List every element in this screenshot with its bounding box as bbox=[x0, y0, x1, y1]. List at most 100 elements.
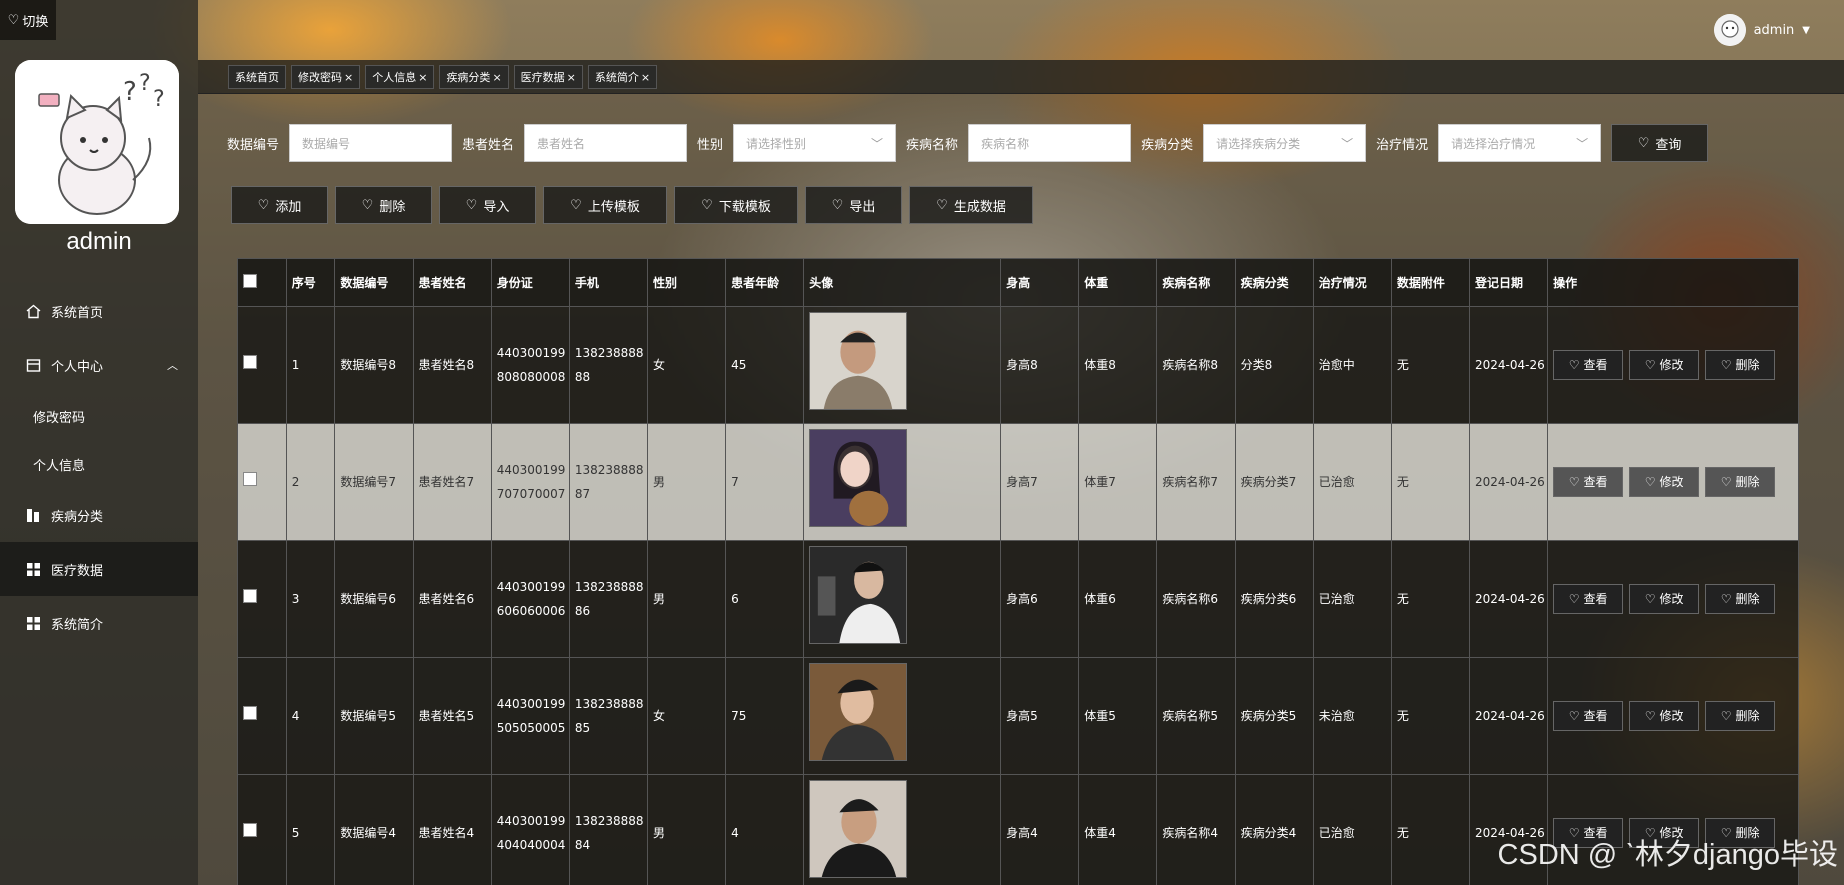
column-header: 疾病名称 bbox=[1156, 258, 1236, 307]
button-label: 查看 bbox=[1583, 709, 1608, 723]
row-checkbox-cell[interactable] bbox=[237, 774, 287, 885]
cell-category: 分类8 bbox=[1234, 306, 1314, 424]
button-label: 删除 bbox=[1735, 358, 1760, 372]
tab-personal-info[interactable]: 个人信息 × bbox=[365, 65, 435, 89]
button-label: 删除 bbox=[1735, 592, 1760, 606]
edit-button[interactable]: ♡ 修改 bbox=[1629, 350, 1700, 380]
name-label: 患者姓名 bbox=[462, 137, 515, 153]
cell-name: 患者姓名5 bbox=[412, 657, 492, 775]
heart-icon: ♡ bbox=[1644, 475, 1656, 489]
data-no-input[interactable]: 数据编号 bbox=[289, 124, 453, 162]
cell-phone: 13823888884 bbox=[568, 774, 648, 885]
delete-button[interactable]: ♡ 删除 bbox=[335, 186, 432, 224]
generate-data-button[interactable]: ♡ 生成数据 bbox=[909, 186, 1033, 224]
delete-row-button[interactable]: ♡ 删除 bbox=[1705, 701, 1776, 731]
row-checkbox-cell[interactable] bbox=[237, 423, 287, 541]
row-checkbox-cell[interactable] bbox=[237, 540, 287, 658]
tab-medical-data[interactable]: 医疗数据 × bbox=[513, 65, 583, 89]
heart-icon: ♡ bbox=[1568, 709, 1580, 723]
view-button[interactable]: ♡ 查看 bbox=[1553, 701, 1624, 731]
column-header: 登记日期 bbox=[1468, 258, 1549, 307]
cell-photo bbox=[803, 423, 1002, 541]
home-icon bbox=[26, 304, 41, 319]
patient-photo[interactable] bbox=[809, 546, 908, 644]
view-button[interactable]: ♡ 查看 bbox=[1553, 350, 1624, 380]
tab-change-password[interactable]: 修改密码 × bbox=[291, 65, 361, 89]
tab-system-intro[interactable]: 系统简介 × bbox=[587, 65, 658, 89]
cell-height: 身高8 bbox=[1000, 306, 1080, 424]
view-button[interactable]: ♡ 查看 bbox=[1553, 467, 1624, 497]
sidebar-item-disease-category[interactable]: 疾病分类 bbox=[0, 488, 198, 542]
sidebar-item-system-intro[interactable]: 系统简介 bbox=[0, 596, 198, 650]
download-template-button[interactable]: ♡ 下载模板 bbox=[674, 186, 798, 224]
tab-home[interactable]: 系统首页 bbox=[228, 65, 286, 89]
close-icon[interactable]: × bbox=[418, 71, 427, 84]
sidebar-item-medical-data[interactable]: 医疗数据 bbox=[0, 542, 198, 596]
user-menu[interactable]: admin ▼ bbox=[1713, 14, 1810, 46]
row-checkbox[interactable] bbox=[243, 823, 257, 837]
patient-photo[interactable] bbox=[809, 663, 908, 761]
cell-actions: ♡ 查看 ♡ 修改 ♡ 删除 bbox=[1547, 540, 1799, 658]
button-label: 删除 bbox=[379, 199, 406, 215]
disease-name-input[interactable]: 疾病名称 bbox=[968, 124, 1132, 162]
sidebar-item-change-password[interactable]: 修改密码 bbox=[0, 392, 198, 440]
row-checkbox-cell[interactable] bbox=[237, 657, 287, 775]
column-header: 治疗情况 bbox=[1312, 258, 1392, 307]
close-icon[interactable]: × bbox=[641, 71, 650, 84]
select-all-cell[interactable] bbox=[237, 258, 287, 307]
sidebar-item-personal-info[interactable]: 个人信息 bbox=[0, 440, 198, 488]
delete-row-button[interactable]: ♡ 删除 bbox=[1705, 467, 1776, 497]
category-select[interactable]: 请选择疾病分类 ﹀ bbox=[1203, 124, 1367, 162]
chart-icon bbox=[26, 508, 41, 523]
row-checkbox[interactable] bbox=[243, 589, 257, 603]
add-button[interactable]: ♡ 添加 bbox=[231, 186, 328, 224]
row-checkbox-cell[interactable] bbox=[237, 306, 287, 424]
data-table: 序号 数据编号 患者姓名 身份证 手机 性别 患者年龄 头像 身高 体重 疾病名… bbox=[237, 258, 1799, 885]
chevron-down-icon: ﹀ bbox=[871, 136, 884, 151]
sidebar-item-personal-center[interactable]: 个人中心 ︿ bbox=[0, 338, 198, 392]
edit-button[interactable]: ♡ 修改 bbox=[1629, 467, 1700, 497]
data-no-label: 数据编号 bbox=[227, 137, 280, 153]
cell-phone: 13823888888 bbox=[568, 306, 648, 424]
tab-label: 系统简介 bbox=[594, 71, 639, 84]
placeholder: 患者姓名 bbox=[537, 136, 586, 151]
cell-treatment: 已治愈 bbox=[1312, 423, 1392, 541]
caret-down-icon: ▼ bbox=[1802, 24, 1810, 36]
cell-height: 身高6 bbox=[1000, 540, 1080, 658]
export-button[interactable]: ♡ 导出 bbox=[805, 186, 902, 224]
close-icon[interactable]: × bbox=[492, 71, 501, 84]
edit-button[interactable]: ♡ 修改 bbox=[1629, 584, 1700, 614]
delete-row-button[interactable]: ♡ 删除 bbox=[1705, 350, 1776, 380]
upload-template-button[interactable]: ♡ 上传模板 bbox=[543, 186, 667, 224]
button-label: 导入 bbox=[483, 199, 510, 215]
query-button[interactable]: ♡ 查询 bbox=[1611, 124, 1709, 162]
edit-button[interactable]: ♡ 修改 bbox=[1629, 701, 1700, 731]
view-button[interactable]: ♡ 查看 bbox=[1553, 584, 1624, 614]
patient-photo[interactable] bbox=[809, 780, 908, 878]
close-icon[interactable]: × bbox=[344, 71, 353, 84]
row-checkbox[interactable] bbox=[243, 472, 257, 486]
sidebar-item-label: 个人信息 bbox=[33, 458, 86, 474]
patient-photo[interactable] bbox=[809, 429, 908, 527]
cell-name: 患者姓名8 bbox=[412, 306, 492, 424]
delete-row-button[interactable]: ♡ 删除 bbox=[1705, 584, 1776, 614]
row-checkbox[interactable] bbox=[243, 355, 257, 369]
treatment-select[interactable]: 请选择治疗情况 ﹀ bbox=[1438, 124, 1602, 162]
import-button[interactable]: ♡ 导入 bbox=[439, 186, 536, 224]
row-checkbox[interactable] bbox=[243, 706, 257, 720]
switch-button[interactable]: ♡ 切换 bbox=[0, 0, 56, 40]
cell-age: 7 bbox=[725, 423, 805, 541]
tab-disease-category[interactable]: 疾病分类 × bbox=[439, 65, 509, 89]
cell-age: 6 bbox=[725, 540, 805, 658]
cell-category: 疾病分类6 bbox=[1234, 540, 1314, 658]
select-all-checkbox[interactable] bbox=[243, 274, 257, 288]
cell-photo bbox=[803, 540, 1002, 658]
heart-icon: ♡ bbox=[936, 197, 948, 213]
patient-photo[interactable] bbox=[809, 312, 908, 410]
sidebar-item-label: 医疗数据 bbox=[51, 563, 104, 579]
sidebar-item-home[interactable]: 系统首页 bbox=[0, 284, 198, 338]
gender-select[interactable]: 请选择性别 ﹀ bbox=[733, 124, 897, 162]
close-icon[interactable]: × bbox=[567, 71, 576, 84]
patient-name-input[interactable]: 患者姓名 bbox=[524, 124, 688, 162]
heart-icon: ♡ bbox=[7, 12, 20, 28]
